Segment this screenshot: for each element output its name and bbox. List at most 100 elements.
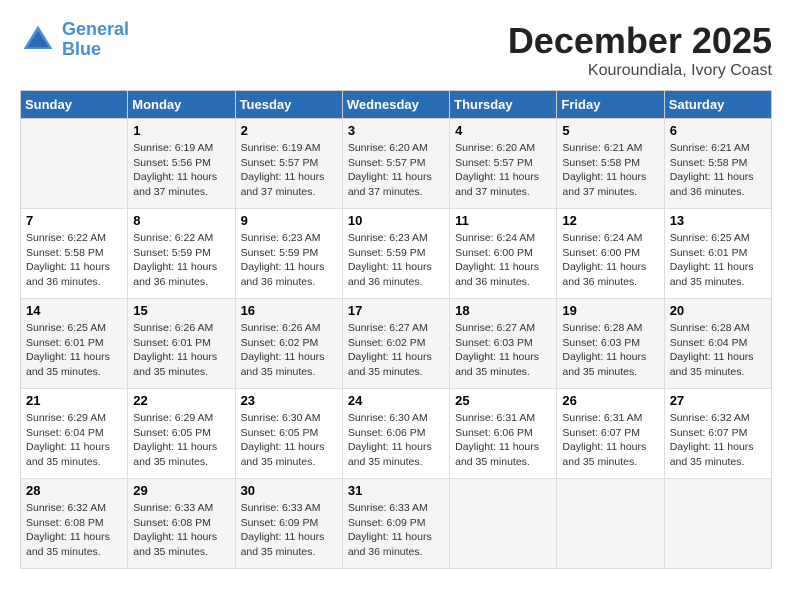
day-number: 20 [670,303,766,318]
calendar-cell: 19 Sunrise: 6:28 AMSunset: 6:03 PMDayligh… [557,299,664,389]
day-info: Sunrise: 6:29 AMSunset: 6:04 PMDaylight:… [26,411,122,470]
day-number: 30 [241,483,337,498]
day-number: 23 [241,393,337,408]
calendar-cell: 23 Sunrise: 6:30 AMSunset: 6:05 PMDayligh… [235,389,342,479]
calendar-cell: 8 Sunrise: 6:22 AMSunset: 5:59 PMDaylight… [128,209,235,299]
day-info: Sunrise: 6:21 AMSunset: 5:58 PMDaylight:… [562,141,658,200]
calendar-cell: 17 Sunrise: 6:27 AMSunset: 6:02 PMDayligh… [342,299,449,389]
day-info: Sunrise: 6:27 AMSunset: 6:02 PMDaylight:… [348,321,444,380]
calendar-cell: 18Sunrise: 6:27 AMSunset: 6:03 PMDayligh… [450,299,557,389]
calendar-cell: 13 Sunrise: 6:25 AMSunset: 6:01 PMDayligh… [664,209,771,299]
calendar-header: SundayMondayTuesdayWednesdayThursdayFrid… [21,91,772,119]
location-title: Kouroundiala, Ivory Coast [508,62,772,80]
day-number: 4 [455,123,551,138]
calendar-cell: 1Sunrise: 6:19 AMSunset: 5:56 PMDaylight… [128,119,235,209]
calendar-cell: 26 Sunrise: 6:31 AMSunset: 6:07 PMDayligh… [557,389,664,479]
calendar-cell: 9Sunrise: 6:23 AMSunset: 5:59 PMDaylight… [235,209,342,299]
page-header: General Blue December 2025 Kouroundiala,… [20,20,772,80]
day-info: Sunrise: 6:31 AMSunset: 6:07 PMDaylight:… [562,411,658,470]
weekday-header-row: SundayMondayTuesdayWednesdayThursdayFrid… [21,91,772,119]
day-number: 12 [562,213,658,228]
calendar-cell: 3 Sunrise: 6:20 AMSunset: 5:57 PMDaylight… [342,119,449,209]
day-info: Sunrise: 6:24 AMSunset: 6:00 PMDaylight:… [562,231,658,290]
day-number: 17 [348,303,444,318]
calendar-cell: 25 Sunrise: 6:31 AMSunset: 6:06 PMDayligh… [450,389,557,479]
day-number: 11 [455,213,551,228]
day-number: 21 [26,393,122,408]
day-info: Sunrise: 6:30 AMSunset: 6:06 PMDaylight:… [348,411,444,470]
day-info: Sunrise: 6:30 AMSunset: 6:05 PMDaylight:… [241,411,337,470]
calendar-cell: 5 Sunrise: 6:21 AMSunset: 5:58 PMDaylight… [557,119,664,209]
day-info: Sunrise: 6:33 AMSunset: 6:09 PMDaylight:… [348,501,444,560]
calendar-cell: 30Sunrise: 6:33 AMSunset: 6:09 PMDayligh… [235,479,342,569]
title-section: December 2025 Kouroundiala, Ivory Coast [508,20,772,80]
calendar-cell: 20 Sunrise: 6:28 AMSunset: 6:04 PMDayligh… [664,299,771,389]
weekday-header-friday: Friday [557,91,664,119]
weekday-header-tuesday: Tuesday [235,91,342,119]
weekday-header-thursday: Thursday [450,91,557,119]
calendar-cell: 2 Sunrise: 6:19 AMSunset: 5:57 PMDaylight… [235,119,342,209]
day-number: 26 [562,393,658,408]
calendar-cell: 4 Sunrise: 6:20 AMSunset: 5:57 PMDaylight… [450,119,557,209]
day-info: Sunrise: 6:25 AMSunset: 6:01 PMDaylight:… [26,321,122,380]
day-number: 29 [133,483,229,498]
calendar-cell [21,119,128,209]
day-number: 9 [241,213,337,228]
day-number: 3 [348,123,444,138]
calendar-cell: 16Sunrise: 6:26 AMSunset: 6:02 PMDayligh… [235,299,342,389]
day-info: Sunrise: 6:32 AMSunset: 6:08 PMDaylight:… [26,501,122,560]
day-number: 5 [562,123,658,138]
day-info: Sunrise: 6:22 AMSunset: 5:58 PMDaylight:… [26,231,122,290]
calendar-cell: 6 Sunrise: 6:21 AMSunset: 5:58 PMDaylight… [664,119,771,209]
day-info: Sunrise: 6:22 AMSunset: 5:59 PMDaylight:… [133,231,229,290]
day-info: Sunrise: 6:25 AMSunset: 6:01 PMDaylight:… [670,231,766,290]
calendar-cell: 21 Sunrise: 6:29 AMSunset: 6:04 PMDayligh… [21,389,128,479]
calendar-cell: 7Sunrise: 6:22 AMSunset: 5:58 PMDaylight… [21,209,128,299]
calendar-week-row: 7Sunrise: 6:22 AMSunset: 5:58 PMDaylight… [21,209,772,299]
day-info: Sunrise: 6:23 AMSunset: 5:59 PMDaylight:… [348,231,444,290]
calendar-cell [450,479,557,569]
calendar-week-row: 14Sunrise: 6:25 AMSunset: 6:01 PMDayligh… [21,299,772,389]
calendar-cell [664,479,771,569]
calendar-cell: 29 Sunrise: 6:33 AMSunset: 6:08 PMDayligh… [128,479,235,569]
day-number: 16 [241,303,337,318]
day-info: Sunrise: 6:19 AMSunset: 5:57 PMDaylight:… [241,141,337,200]
day-info: Sunrise: 6:31 AMSunset: 6:06 PMDaylight:… [455,411,551,470]
calendar-week-row: 1Sunrise: 6:19 AMSunset: 5:56 PMDaylight… [21,119,772,209]
calendar-week-row: 21 Sunrise: 6:29 AMSunset: 6:04 PMDayligh… [21,389,772,479]
day-number: 8 [133,213,229,228]
day-info: Sunrise: 6:27 AMSunset: 6:03 PMDaylight:… [455,321,551,380]
day-info: Sunrise: 6:26 AMSunset: 6:01 PMDaylight:… [133,321,229,380]
calendar-cell: 24Sunrise: 6:30 AMSunset: 6:06 PMDayligh… [342,389,449,479]
day-number: 13 [670,213,766,228]
calendar-cell: 11Sunrise: 6:24 AMSunset: 6:00 PMDayligh… [450,209,557,299]
day-number: 27 [670,393,766,408]
day-info: Sunrise: 6:20 AMSunset: 5:57 PMDaylight:… [455,141,551,200]
calendar-cell: 12 Sunrise: 6:24 AMSunset: 6:00 PMDayligh… [557,209,664,299]
day-number: 1 [133,123,229,138]
day-number: 2 [241,123,337,138]
day-number: 25 [455,393,551,408]
day-number: 10 [348,213,444,228]
logo: General Blue [20,20,129,60]
day-info: Sunrise: 6:28 AMSunset: 6:03 PMDaylight:… [562,321,658,380]
calendar-body: 1Sunrise: 6:19 AMSunset: 5:56 PMDaylight… [21,119,772,569]
month-title: December 2025 [508,20,772,62]
calendar-cell: 10 Sunrise: 6:23 AMSunset: 5:59 PMDayligh… [342,209,449,299]
day-info: Sunrise: 6:29 AMSunset: 6:05 PMDaylight:… [133,411,229,470]
logo-text: General Blue [62,20,129,60]
day-info: Sunrise: 6:33 AMSunset: 6:08 PMDaylight:… [133,501,229,560]
day-info: Sunrise: 6:21 AMSunset: 5:58 PMDaylight:… [670,141,766,200]
day-info: Sunrise: 6:20 AMSunset: 5:57 PMDaylight:… [348,141,444,200]
day-number: 22 [133,393,229,408]
weekday-header-sunday: Sunday [21,91,128,119]
day-number: 28 [26,483,122,498]
weekday-header-monday: Monday [128,91,235,119]
day-number: 19 [562,303,658,318]
calendar-cell: 31Sunrise: 6:33 AMSunset: 6:09 PMDayligh… [342,479,449,569]
logo-icon [20,22,56,58]
day-number: 6 [670,123,766,138]
calendar-cell: 15Sunrise: 6:26 AMSunset: 6:01 PMDayligh… [128,299,235,389]
calendar-cell: 14Sunrise: 6:25 AMSunset: 6:01 PMDayligh… [21,299,128,389]
day-info: Sunrise: 6:28 AMSunset: 6:04 PMDaylight:… [670,321,766,380]
